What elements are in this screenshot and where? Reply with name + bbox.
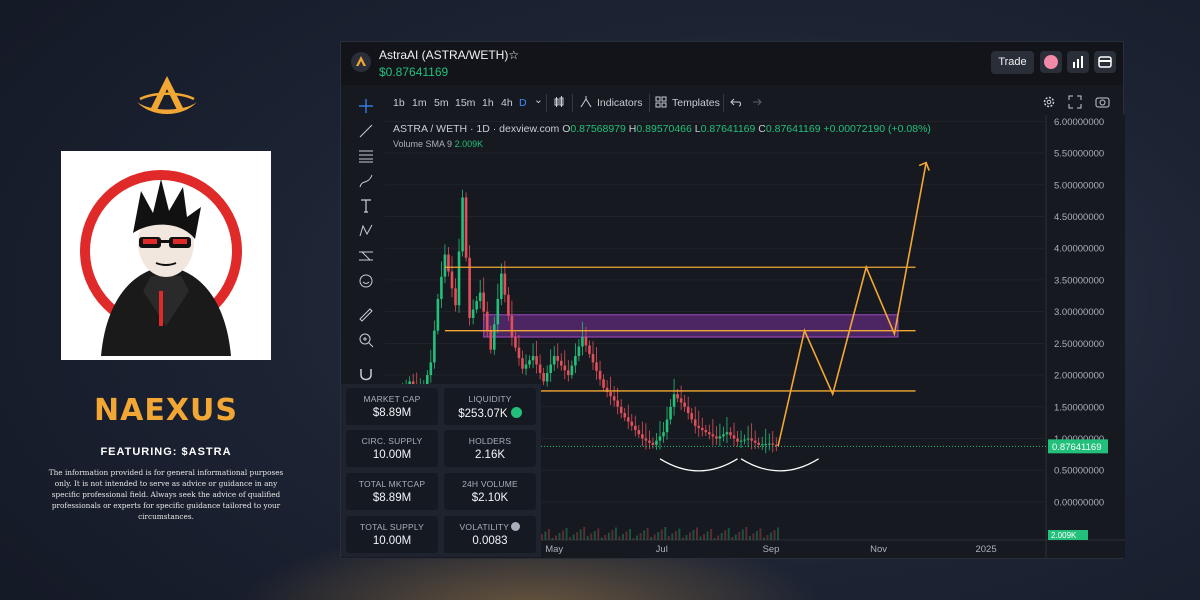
zoom-in-icon[interactable] — [353, 332, 379, 352]
toolbar-divider — [546, 94, 547, 112]
timeframe-15m[interactable]: 15m — [455, 97, 475, 109]
timeframe-1m[interactable]: 1m — [412, 97, 427, 109]
stat-label: CIRC. SUPPLY — [361, 436, 423, 446]
legend-high: 0.89570466 — [636, 123, 692, 135]
stat-volatility: VOLATILITY 0.0083 — [444, 516, 536, 553]
volume-label: Volume SMA 9 — [393, 139, 453, 149]
toolbar-divider — [572, 94, 573, 112]
stat-value: $253.07K — [458, 408, 508, 420]
text-tool-icon[interactable] — [353, 198, 379, 218]
toolbar-divider — [723, 94, 724, 112]
disclaimer-text: The information provided is for general … — [48, 468, 284, 521]
volume-legend: Volume SMA 9 2.009K — [393, 139, 483, 149]
indicators-button[interactable]: Indicators — [597, 97, 643, 109]
wallet-icon[interactable] — [1094, 51, 1116, 73]
stat-market-cap: MARKET CAP $8.89M — [346, 388, 438, 425]
token-stats-panel: MARKET CAP $8.89M LIQUIDITY $253.07K CIR… — [341, 384, 541, 557]
trade-button[interactable]: Trade — [991, 51, 1034, 74]
stat-value: 10.00M — [372, 535, 412, 547]
avatar-illustration — [61, 151, 271, 360]
chart-legend: ASTRA / WETH · 1D · dexview.com O0.87568… — [393, 123, 931, 135]
brand-name: NAEXUS — [94, 393, 238, 428]
pink-avatar-icon[interactable] — [1040, 51, 1062, 73]
chart-stats-icon[interactable] — [1067, 51, 1089, 73]
toolbar-divider — [649, 94, 650, 112]
pair-title: AstraAI (ASTRA/WETH)☆ — [379, 48, 519, 62]
legend-change: +0.00072190 (+0.08%) — [823, 123, 931, 135]
templates-button[interactable]: Templates — [672, 97, 720, 109]
legend-pair: ASTRA / WETH · 1D · dexview.com — [393, 123, 560, 135]
stat-value: 2.16K — [474, 449, 506, 461]
stat-value: $8.89M — [372, 492, 412, 504]
indicators-icon[interactable] — [580, 96, 592, 111]
magnet-icon[interactable] — [353, 366, 379, 386]
stat-circ-supply: CIRC. SUPPLY 10.00M — [346, 430, 438, 467]
timeframe-d[interactable]: D — [519, 97, 527, 109]
stat-value: $8.89M — [372, 407, 412, 419]
timeframe-1b[interactable]: 1b — [393, 97, 405, 109]
pattern-tool-icon[interactable] — [353, 223, 379, 243]
stat-value-row: $253.07K — [444, 407, 536, 420]
timeframe-5m[interactable]: 5m — [434, 97, 449, 109]
stat-value: 0.0083 — [472, 535, 508, 547]
stat-value: 10.00M — [372, 449, 412, 461]
stat-label: MARKET CAP — [363, 394, 421, 404]
timeframe-4h[interactable]: 4h — [501, 97, 513, 109]
current-price: $0.87641169 — [379, 65, 449, 79]
undo-icon[interactable] — [730, 96, 742, 111]
candle-type-icon[interactable] — [553, 96, 565, 111]
stat-24h-volume: 24H VOLUME $2.10K — [444, 473, 536, 510]
stat-label: 24H VOLUME — [462, 479, 518, 489]
stat-label: TOTAL MKTCAP — [358, 479, 426, 489]
stat-total-supply: TOTAL SUPPLY 10.00M — [346, 516, 438, 553]
stat-label: VOLATILITY — [459, 522, 509, 532]
emoji-icon[interactable] — [353, 273, 379, 293]
legend-close: 0.87641169 — [765, 123, 821, 135]
stat-value: $2.10K — [471, 492, 509, 504]
pair-title-text: AstraAI (ASTRA/WETH) — [379, 48, 509, 62]
info-icon[interactable] — [511, 522, 521, 531]
ruler-icon[interactable] — [353, 307, 379, 327]
stat-label: HOLDERS — [468, 436, 512, 446]
chart-header: AstraAI (ASTRA/WETH)☆ $0.87641169 Trade — [341, 42, 1123, 85]
brand-panel: NAEXUS FEATURING: $ASTRA The information… — [0, 0, 330, 600]
liquidity-lock-icon — [510, 407, 522, 418]
legend-low: 0.87641169 — [700, 123, 756, 135]
featuring-text: FEATURING: $ASTRA — [100, 446, 232, 458]
path-tool-icon[interactable] — [353, 173, 379, 193]
forecast-tool-icon[interactable] — [353, 248, 379, 268]
screenshot-camera-icon[interactable] — [1095, 95, 1110, 112]
stat-holders: HOLDERS 2.16K — [444, 430, 536, 467]
brand-logo-icon — [137, 76, 197, 114]
stat-total-mktcap: TOTAL MKTCAP $8.89M — [346, 473, 438, 510]
stat-label: LIQUIDITY — [468, 394, 512, 404]
timeframe-1h[interactable]: 1h — [482, 97, 494, 109]
trend-line-icon[interactable] — [353, 123, 379, 143]
stat-label-row: VOLATILITY — [444, 522, 536, 532]
stat-liquidity: LIQUIDITY $253.07K — [444, 388, 536, 425]
fullscreen-icon[interactable] — [1068, 95, 1082, 112]
volume-value: 2.009K — [454, 139, 484, 149]
horizontal-lines-icon[interactable] — [353, 148, 379, 168]
stat-label: TOTAL SUPPLY — [360, 522, 424, 532]
token-logo-icon — [351, 52, 371, 72]
legend-open: 0.87568979 — [570, 123, 626, 135]
legend-close-label: C — [758, 123, 766, 135]
crosshair-icon[interactable] — [353, 98, 379, 118]
timeframe-dropdown-icon[interactable]: ⌄ — [534, 94, 543, 106]
redo-icon[interactable] — [750, 96, 762, 111]
templates-icon[interactable] — [655, 96, 667, 111]
chart-toolbar: 1b 1m 5m 15m 1h 4h D ⌄ Indicators Templa… — [385, 92, 1123, 114]
settings-gear-icon[interactable] — [1042, 95, 1056, 112]
favorite-star-icon[interactable]: ☆ — [508, 48, 519, 62]
